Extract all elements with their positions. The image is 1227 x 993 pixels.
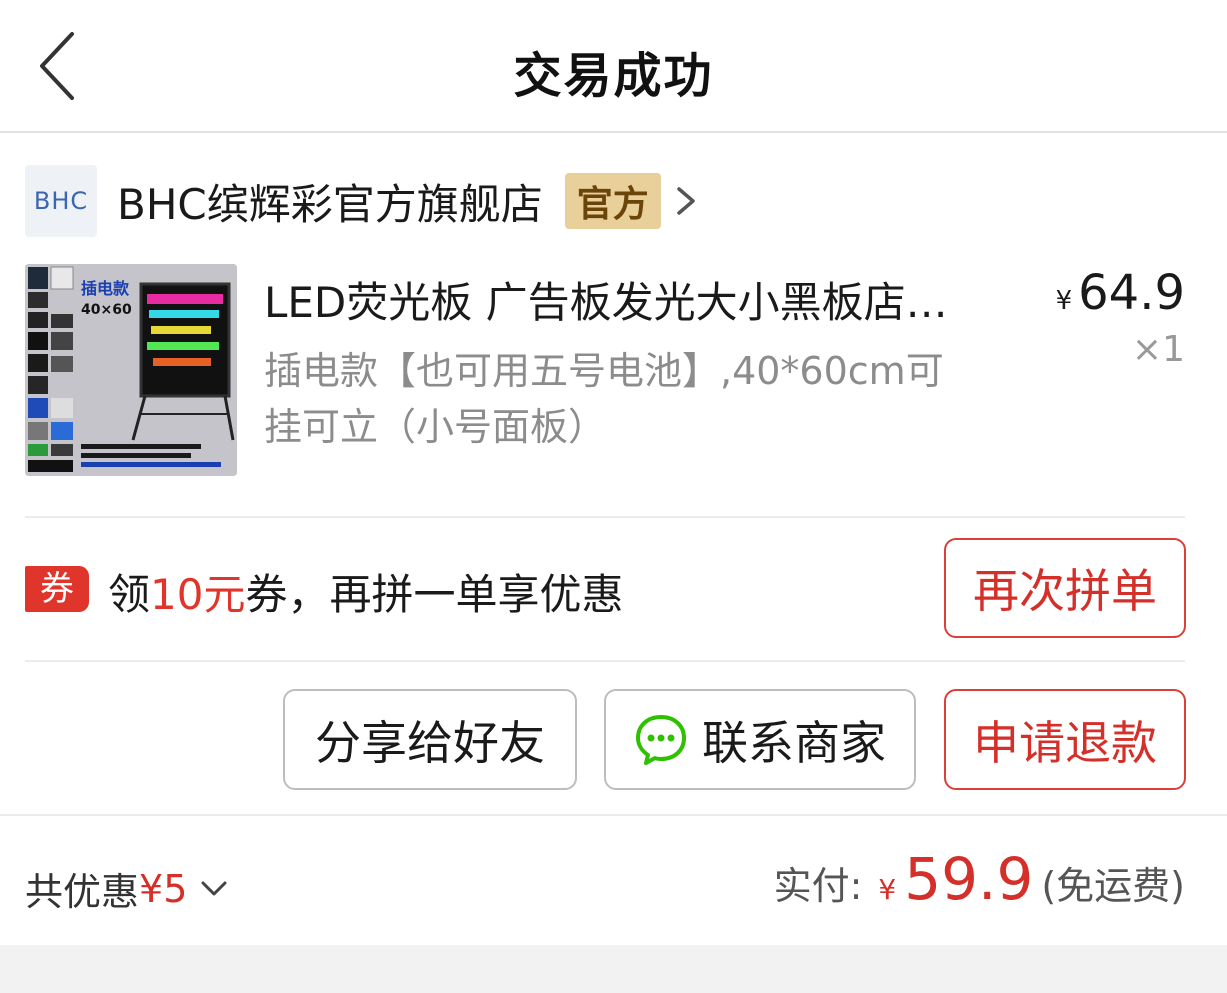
share-label: 分享给好友 [315,715,545,770]
header-bar: 交易成功 [0,0,1227,133]
reorder-button[interactable]: 再次拼单 [944,538,1186,638]
store-logo: BHC [25,165,97,237]
paid-note: (免运费) [1041,864,1185,908]
price-value: 64.9 [1078,265,1185,321]
chevron-down-icon [201,881,227,895]
price-currency: ¥ [1055,286,1073,316]
coupon-badge: 券 [25,566,89,612]
paid-amount: 59.9 [904,845,1034,913]
product-image-label: 插电款 [81,279,130,298]
bottom-spacer [0,945,1227,993]
refund-button[interactable]: 申请退款 [944,689,1186,790]
discount-summary[interactable]: 共优惠 ¥5 [25,861,229,916]
discount-label: 共优惠 [25,870,140,914]
coupon-text-prefix: 领 [108,570,151,619]
divider [0,814,1227,816]
chat-bubble-icon [636,714,686,765]
product-spec: 插电款【也可用五号电池】,40*60cm可 挂可立（小号面板） [264,343,1024,455]
product-image[interactable]: 插电款 40×60 [25,264,237,476]
paid-label: 实付: [773,864,863,908]
divider [25,660,1185,662]
paid-total: 实付: ¥ 59.9 (免运费) [774,845,1185,913]
product-price: ¥64.9 [1056,265,1185,321]
refund-label: 申请退款 [973,715,1157,770]
share-button[interactable]: 分享给好友 [283,689,577,790]
coupon-amount: 10元 [150,570,246,619]
product-image-size: 40×60 [81,302,132,318]
product-spec-line: 插电款【也可用五号电池】,40*60cm可 [264,349,944,393]
product-image-graphic: 插电款 40×60 [25,264,237,476]
chevron-right-icon [677,187,695,215]
contact-label: 联系商家 [702,715,886,770]
paid-currency: ¥ [878,873,897,906]
product-spec-line: 挂可立（小号面板） [264,405,607,449]
coupon-text-suffix: 券，再拼一单享优惠 [245,570,624,619]
store-row[interactable]: BHC BHC缤辉彩官方旗舰店 官方 [25,165,699,237]
product-title[interactable]: LED荧光板 广告板发光大小黑板店… [264,269,1004,330]
divider [25,516,1185,518]
page-title: 交易成功 [513,48,714,104]
coupon-text: 领10元券，再拼一单享优惠 [108,561,623,622]
discount-amount: ¥5 [139,866,188,911]
order-card: BHC BHC缤辉彩官方旗舰店 官方 插电款 40×60 LED荧光板 广告板发… [0,133,1227,945]
store-name: BHC缤辉彩官方旗舰店 [117,179,543,229]
product-quantity: ×1 [1131,329,1185,370]
official-badge: 官方 [564,173,661,229]
reorder-label: 再次拼单 [973,564,1157,618]
contact-merchant-button[interactable]: 联系商家 [604,689,916,790]
